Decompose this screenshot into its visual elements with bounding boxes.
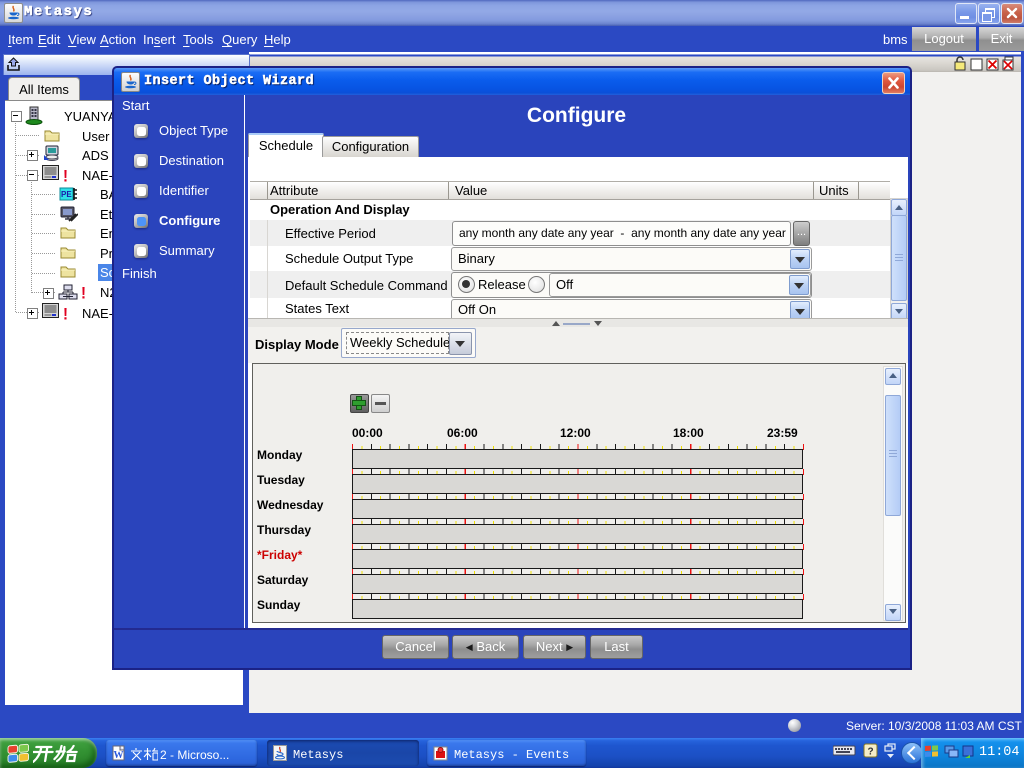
svg-text:PE: PE bbox=[61, 190, 72, 199]
svg-text:W: W bbox=[114, 750, 124, 761]
svg-text:?: ? bbox=[868, 747, 874, 758]
